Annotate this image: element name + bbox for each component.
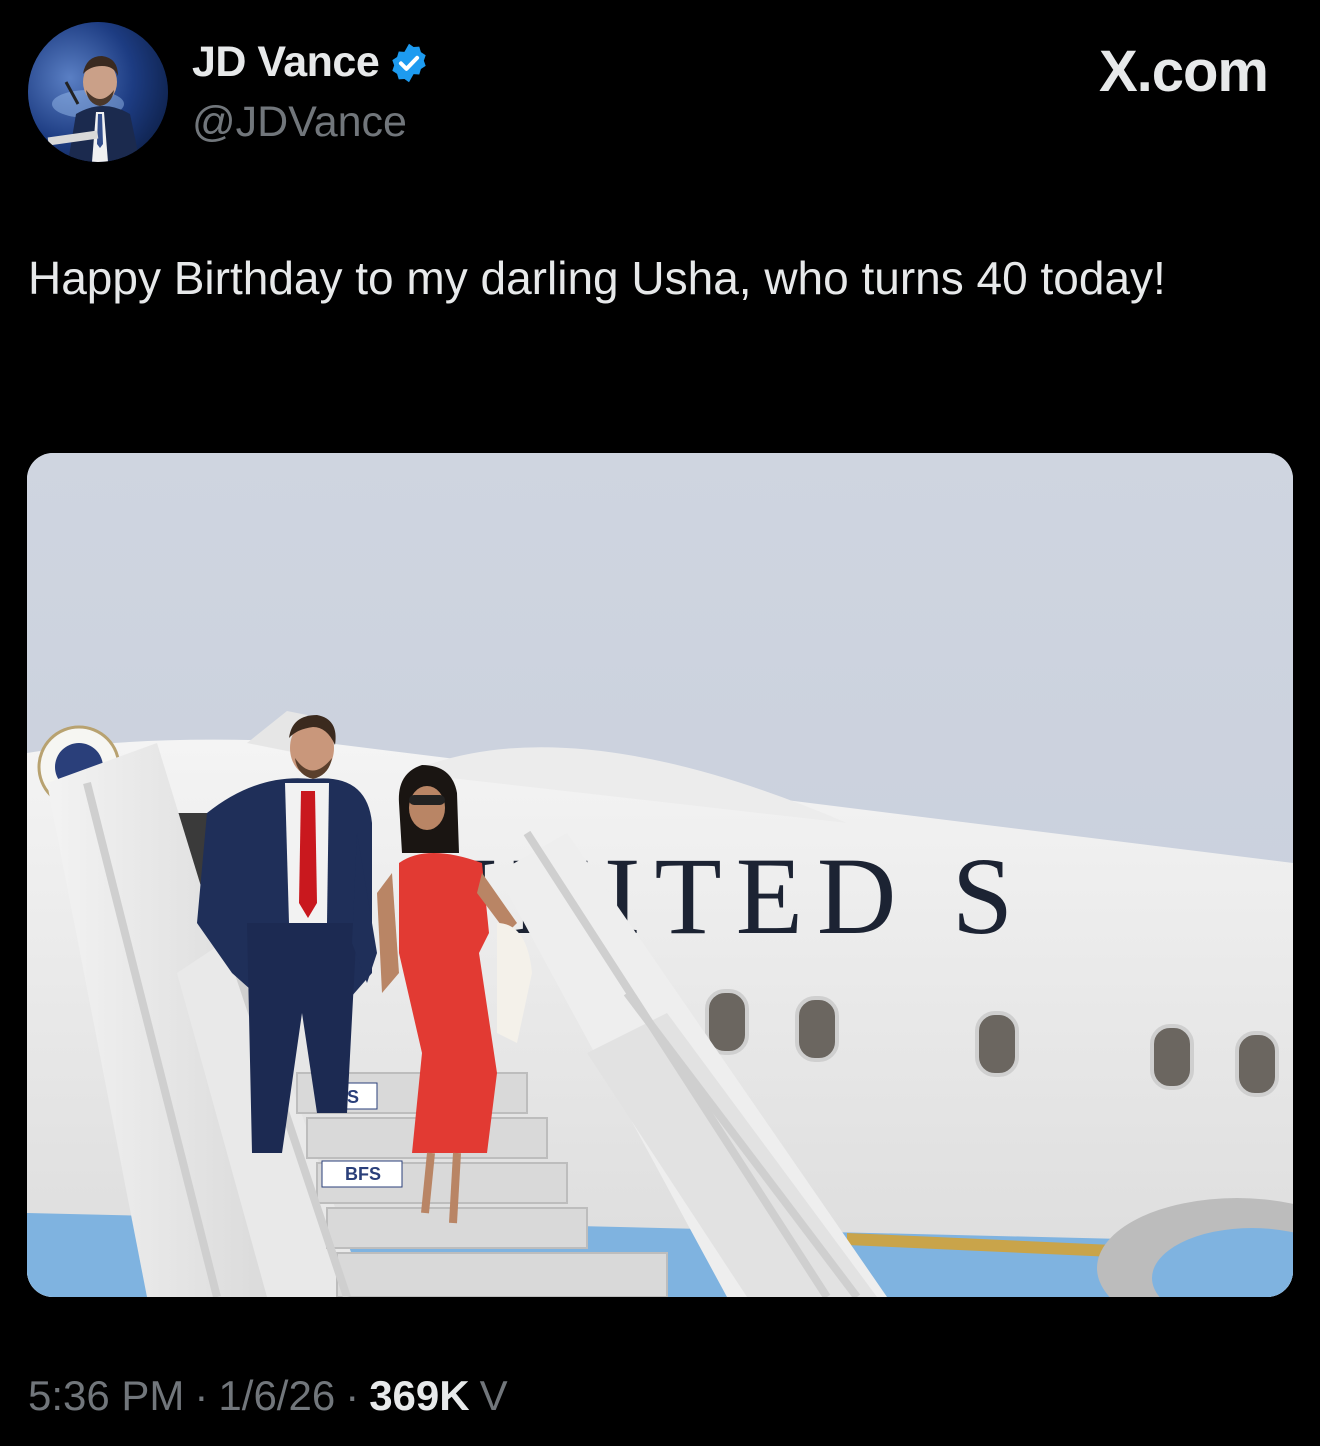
verified-badge-icon	[387, 41, 431, 85]
meta-separator: ·	[345, 1372, 360, 1419]
meta-separator: ·	[194, 1372, 209, 1419]
tweet-meta: 5:36 PM · 1/6/26 · 369K V	[28, 1372, 508, 1420]
tweet-time[interactable]: 5:36 PM	[28, 1372, 184, 1420]
author-name[interactable]: JD Vance	[192, 38, 380, 87]
stair-logo-text-2: BFS	[345, 1164, 381, 1184]
media-photo: UNITED S BFS	[27, 453, 1293, 1297]
avatar[interactable]	[28, 22, 168, 162]
tweet-date[interactable]: 1/6/26	[218, 1372, 335, 1420]
tweet-media[interactable]: UNITED S BFS	[27, 453, 1293, 1297]
tweet-text: Happy Birthday to my darling Usha, who t…	[28, 252, 1166, 304]
views-count[interactable]: 369K	[369, 1372, 469, 1420]
author-handle[interactable]: @JDVance	[192, 98, 407, 147]
author-name-row[interactable]: JD Vance	[192, 38, 431, 87]
avatar-image	[28, 22, 168, 162]
views-label: V	[479, 1372, 508, 1419]
brand-logo: X.com	[1098, 39, 1269, 104]
